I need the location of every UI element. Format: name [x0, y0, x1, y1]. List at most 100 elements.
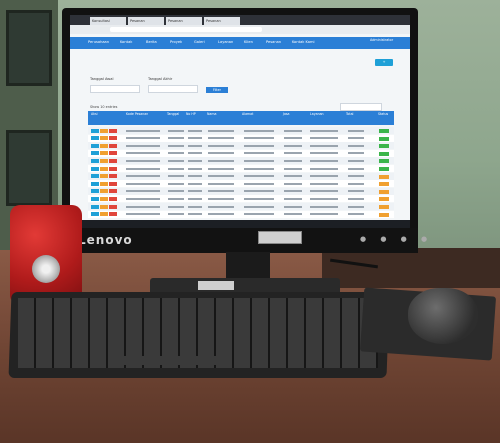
delete-button[interactable]	[109, 128, 117, 133]
detail-button[interactable]	[100, 181, 108, 186]
nav-item[interactable]: Klien	[244, 40, 253, 44]
edit-button[interactable]	[91, 181, 99, 186]
table-cell	[284, 213, 302, 216]
spacebar	[120, 356, 230, 365]
table-row[interactable]	[88, 203, 394, 210]
speaker-cone	[32, 255, 60, 283]
table-cell	[188, 159, 202, 162]
detail-button[interactable]	[100, 143, 108, 148]
table-cell	[310, 167, 338, 170]
table-cell	[168, 182, 184, 185]
table-row[interactable]	[88, 142, 394, 150]
nav-item[interactable]: Kontak Kami	[292, 40, 314, 44]
browser-tab[interactable]: Pesanan	[166, 17, 202, 25]
table-cell	[126, 213, 160, 216]
edit-button[interactable]	[91, 196, 99, 201]
nav-item[interactable]: Kontak	[120, 40, 132, 44]
table-row[interactable]	[88, 157, 394, 165]
table-row[interactable]	[88, 180, 394, 188]
delete-button[interactable]	[109, 174, 117, 179]
table-row[interactable]	[88, 165, 394, 172]
table-cell	[244, 205, 274, 208]
edit-button[interactable]	[91, 128, 99, 133]
table-row[interactable]	[88, 195, 394, 203]
filter-button[interactable]: Filter	[206, 87, 228, 93]
table-cell	[244, 190, 274, 193]
detail-button[interactable]	[100, 151, 108, 156]
column-header: Total	[346, 112, 354, 116]
browser-tab[interactable]: Pesanan	[204, 17, 240, 25]
delete-button[interactable]	[109, 196, 117, 201]
detail-button[interactable]	[100, 158, 108, 163]
nav-item[interactable]: Galeri	[194, 40, 205, 44]
table-cell	[188, 137, 202, 140]
table-cell	[168, 144, 184, 147]
table-cell	[310, 197, 338, 200]
status-badge	[379, 129, 389, 133]
table-row[interactable]	[88, 149, 394, 157]
search-input[interactable]	[340, 103, 382, 111]
table-cell	[188, 182, 202, 185]
delete-button[interactable]	[109, 151, 117, 156]
detail-button[interactable]	[100, 128, 108, 133]
edit-button[interactable]	[91, 136, 99, 141]
table-cell	[244, 182, 274, 185]
add-button[interactable]: +	[375, 59, 393, 66]
url-input[interactable]	[110, 27, 262, 32]
edit-button[interactable]	[91, 151, 99, 156]
detail-button[interactable]	[100, 189, 108, 194]
delete-button[interactable]	[109, 143, 117, 148]
table-cell	[310, 152, 338, 155]
table-cell	[348, 167, 364, 170]
table-row[interactable]	[88, 172, 394, 180]
delete-button[interactable]	[109, 136, 117, 141]
nav-item[interactable]: Layanan	[218, 40, 233, 44]
detail-button[interactable]	[100, 166, 108, 171]
edit-button[interactable]	[91, 174, 99, 179]
browser-tab[interactable]: Konsultasi	[90, 17, 126, 25]
detail-button[interactable]	[100, 136, 108, 141]
edit-button[interactable]	[91, 212, 99, 217]
delete-button[interactable]	[109, 158, 117, 163]
table-row[interactable]	[88, 210, 394, 218]
edit-button[interactable]	[91, 189, 99, 194]
detail-button[interactable]	[100, 174, 108, 179]
table-cell	[208, 137, 234, 140]
table-cell	[348, 175, 364, 178]
table-cell	[310, 175, 338, 178]
edit-button[interactable]	[91, 166, 99, 171]
user-menu[interactable]: Administrator	[370, 38, 393, 42]
table-cell	[348, 205, 364, 208]
edit-button[interactable]	[91, 143, 99, 148]
table-row[interactable]	[88, 187, 394, 195]
table-cell	[126, 175, 160, 178]
detail-button[interactable]	[100, 212, 108, 217]
detail-button[interactable]	[100, 196, 108, 201]
nav-item[interactable]: Pesanan	[266, 40, 281, 44]
date-from-input[interactable]	[90, 85, 140, 93]
delete-button[interactable]	[109, 181, 117, 186]
nav-item[interactable]: Perusahaan	[88, 40, 109, 44]
detail-button[interactable]	[100, 204, 108, 209]
delete-button[interactable]	[109, 189, 117, 194]
browser-tab[interactable]: Pesanan	[128, 17, 164, 25]
table-cell	[284, 152, 302, 155]
date-to-input[interactable]	[148, 85, 198, 93]
table-row[interactable]	[88, 134, 394, 142]
nav-item[interactable]: Proyek	[170, 40, 182, 44]
delete-button[interactable]	[109, 212, 117, 217]
edit-button[interactable]	[91, 158, 99, 163]
table-cell	[126, 205, 160, 208]
entries-selector[interactable]: Show 10 entries	[90, 105, 117, 109]
table-cell	[168, 190, 184, 193]
desk-box	[322, 248, 500, 288]
table-cell	[126, 197, 160, 200]
table-cell	[244, 152, 274, 155]
delete-button[interactable]	[109, 204, 117, 209]
table-cell	[284, 159, 302, 162]
table-row[interactable]	[88, 127, 394, 134]
table-cell	[188, 167, 202, 170]
edit-button[interactable]	[91, 204, 99, 209]
delete-button[interactable]	[109, 166, 117, 171]
nav-item[interactable]: Berita	[146, 40, 157, 44]
